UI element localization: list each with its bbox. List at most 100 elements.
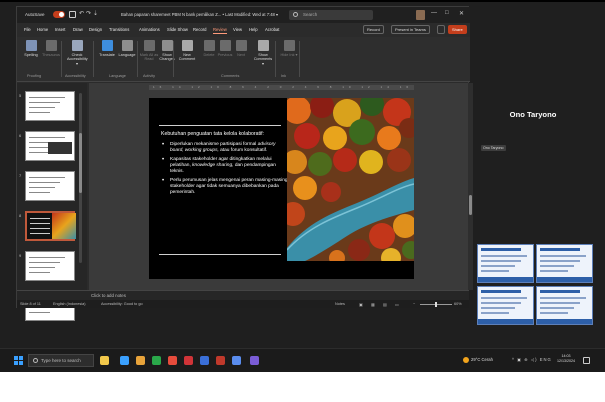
ribbon-button-6[interactable]: Mark All as Read xyxy=(139,40,159,62)
normal-view-icon[interactable]: ▣ xyxy=(359,302,363,307)
maximize-button[interactable]: □ xyxy=(445,10,449,16)
zoom-out-icon[interactable]: − xyxy=(413,302,415,306)
ribbon-button-icon xyxy=(71,40,83,51)
slide-thumbnail[interactable] xyxy=(25,251,75,281)
present-in-teams-button[interactable]: Present in Teams xyxy=(391,25,430,34)
thumbnail-text-line xyxy=(481,270,509,272)
slide-thumbnail[interactable] xyxy=(25,171,75,201)
tab-home[interactable]: Home xyxy=(37,27,48,32)
shared-screen-thumbnails[interactable] xyxy=(477,244,595,326)
notifications-icon[interactable] xyxy=(583,357,590,364)
taskbar-app-icon[interactable] xyxy=(168,356,177,365)
thumbnail-text-line xyxy=(29,272,50,273)
taskbar-app-icon[interactable] xyxy=(100,356,109,365)
ribbon-button-11[interactable]: Next xyxy=(231,40,251,57)
thumbnail-text-line xyxy=(29,152,50,153)
taskbar-app-icon[interactable] xyxy=(184,356,193,365)
ribbon-button-icon xyxy=(25,40,37,51)
shared-screen-thumbnail[interactable] xyxy=(536,286,593,325)
slide-thumbnail[interactable] xyxy=(25,131,75,161)
language-status[interactable]: English (Indonesia) xyxy=(53,302,86,306)
ribbon-button-label: Thesaurus xyxy=(42,53,60,57)
thumbnail-text-line xyxy=(481,297,527,299)
tab-acrobat[interactable]: Acrobat xyxy=(265,27,279,32)
thumbnail-text-line xyxy=(30,223,50,224)
taskbar-app-icon[interactable] xyxy=(250,356,259,365)
comments-icon[interactable] xyxy=(437,25,445,34)
ribbon-button-4[interactable]: Translate xyxy=(97,40,117,57)
taskbar-app-icon[interactable] xyxy=(216,356,225,365)
slide-bottom-band xyxy=(149,261,414,279)
tab-insert[interactable]: Insert xyxy=(55,27,65,32)
shared-screen-thumbnail[interactable] xyxy=(536,244,593,283)
zoom-slider[interactable] xyxy=(420,302,452,307)
ribbon-button-7[interactable]: Show Changes xyxy=(157,40,177,62)
tab-slide-show[interactable]: Slide Show xyxy=(167,27,188,32)
ribbon-button-8[interactable]: New Comment xyxy=(177,40,197,62)
quick-access-icons[interactable]: ↶↷⇣ xyxy=(79,10,100,17)
slideshow-icon[interactable]: ▭ xyxy=(395,302,399,307)
weather-widget[interactable]: 29°C Cerah xyxy=(463,357,493,363)
taskbar-app-icon[interactable] xyxy=(120,356,129,365)
slide-thumbnail-number: 5 xyxy=(19,93,22,98)
tab-draw[interactable]: Draw xyxy=(73,27,83,32)
slide-thumbnail[interactable] xyxy=(25,211,76,241)
tab-animations[interactable]: Animations xyxy=(139,27,160,32)
system-tray[interactable]: ^ ▣ ⊕ ◁) ENG xyxy=(512,357,552,362)
minimize-button[interactable]: — xyxy=(431,10,437,16)
notes-placeholder: Click to add notes xyxy=(91,293,126,298)
thumbnail-header xyxy=(540,290,580,293)
save-icon[interactable] xyxy=(69,11,76,18)
ribbon-group-label: Ink xyxy=(281,74,287,78)
ribbon-button-2[interactable]: Thesaurus xyxy=(41,40,61,57)
ribbon-button-5[interactable]: Language xyxy=(117,40,137,57)
accessibility-status[interactable]: Accessibility: Good to go xyxy=(101,302,143,306)
autosave-toggle[interactable] xyxy=(53,11,65,18)
account-avatar[interactable] xyxy=(416,10,425,20)
close-button[interactable]: ✕ xyxy=(459,10,464,17)
thumbnail-footer xyxy=(537,277,592,282)
shared-screen-thumbnail[interactable] xyxy=(477,244,534,283)
slide-thumbnail[interactable] xyxy=(25,91,75,121)
taskbar-app-icon[interactable] xyxy=(232,356,241,365)
tab-transitions[interactable]: Transitions xyxy=(109,27,129,32)
windows-start-icon[interactable] xyxy=(14,356,23,365)
shared-screen-thumbnail[interactable] xyxy=(477,286,534,325)
slide-thumbnails-pane[interactable]: 5678910 xyxy=(17,83,87,321)
reading-view-icon[interactable]: ▤ xyxy=(383,302,387,307)
ribbon-button-1[interactable]: Spelling xyxy=(21,40,41,57)
tab-record[interactable]: Record xyxy=(193,27,207,32)
taskbar-clock[interactable]: 14:03 12/13/2024 xyxy=(557,354,575,364)
ribbon-button-3[interactable]: Check Accessibility ▾ xyxy=(67,40,88,66)
tab-help[interactable]: Help xyxy=(249,27,258,32)
tab-view[interactable]: View xyxy=(233,27,242,32)
zoom-level[interactable]: 60% xyxy=(454,302,462,306)
document-title[interactable]: Bahan paparan sharemeet PBM N bank pemil… xyxy=(121,12,278,17)
slide-bottom-rule xyxy=(159,254,281,255)
ribbon-button-13[interactable]: Hide Ink ▾ xyxy=(279,40,299,57)
status-bar: Slide 8 of 11 English (Indonesia) Access… xyxy=(17,300,469,308)
taskbar-app-icon[interactable] xyxy=(136,356,145,365)
notes-toggle-button[interactable]: Notes xyxy=(335,302,345,306)
tab-file[interactable]: File xyxy=(24,27,31,32)
current-slide[interactable]: Kebutuhan penguatan tata kelola kolabora… xyxy=(149,98,414,279)
search-placeholder: Search xyxy=(303,12,318,17)
slide-bullet-1: Diperlukan mekanisme partisipasi formal … xyxy=(161,142,289,154)
ribbon-button-label: Language xyxy=(118,53,136,57)
thumbnail-text-line xyxy=(29,262,60,263)
taskbar-app-icon[interactable] xyxy=(152,356,161,365)
share-button[interactable]: Share xyxy=(448,25,467,34)
ribbon-group-label: Language xyxy=(109,74,126,78)
taskbar-search[interactable]: Type here to search xyxy=(28,354,94,367)
slide-sorter-icon[interactable]: ▦ xyxy=(371,302,375,307)
thumbnails-scrollbar[interactable] xyxy=(79,93,82,263)
ribbon-button-12[interactable]: Show Comments ▾ xyxy=(253,40,273,66)
notes-pane[interactable]: Click to add notes xyxy=(17,290,469,300)
search-box[interactable]: Search xyxy=(289,10,373,20)
ribbon-button-icon xyxy=(121,40,133,51)
record-button[interactable]: Record xyxy=(363,25,384,34)
tab-review[interactable]: Review xyxy=(213,27,227,34)
tab-design[interactable]: Design xyxy=(89,27,102,32)
taskbar-app-icon[interactable] xyxy=(200,356,209,365)
edit-area-scrollbar[interactable] xyxy=(468,83,473,290)
